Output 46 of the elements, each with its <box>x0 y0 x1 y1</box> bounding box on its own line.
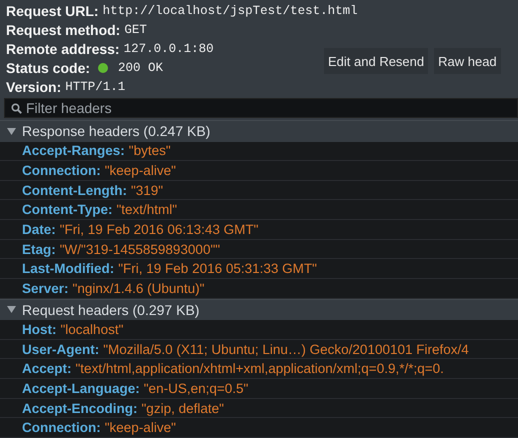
header-value: "keep-alive" <box>104 163 176 178</box>
header-value: "keep-alive" <box>104 420 176 436</box>
header-name: Server: <box>22 280 69 296</box>
header-value: "text/html" <box>116 202 178 218</box>
field-value: GET <box>124 22 147 36</box>
header-name: Accept-Encoding: <box>22 400 138 416</box>
header-name: Etag: <box>22 242 56 257</box>
header-name: Accept-Ranges: <box>22 143 125 158</box>
search-icon <box>11 102 22 114</box>
header-name: Content-Length: <box>22 182 127 198</box>
section-header[interactable]: Response headers (0.247 KB) <box>0 120 518 142</box>
field-label: Request URL: <box>6 2 99 18</box>
header-name: Connection: <box>22 420 101 436</box>
header-value: "nginx/1.4.6 (Ubuntu)" <box>72 280 204 296</box>
disclosure-triangle-icon <box>7 306 16 314</box>
field-value: 127.0.0.1:80 <box>124 42 214 56</box>
field-value: http://localhost/jspTest/test.html <box>102 4 358 18</box>
section-header[interactable]: Request headers (0.297 KB) <box>0 298 518 320</box>
header-value: "Mozilla/5.0 (X11; Ubuntu; Linu…) Gecko/20100101 Firefox/4 <box>103 342 469 357</box>
field-label: Request method: <box>6 22 120 38</box>
field-value: 200 OK <box>118 60 164 74</box>
header-name: Accept: <box>22 361 72 376</box>
field-value: HTTP/1.1 <box>65 80 126 94</box>
header-name: Content-Type: <box>22 202 112 218</box>
toolbar-button[interactable]: Raw head <box>434 48 501 74</box>
header-name: Last-Modified: <box>22 261 114 276</box>
header-name: Accept-Language: <box>22 380 140 396</box>
filter-field[interactable]: Filter headers <box>4 98 518 118</box>
header-value: "Fri, 19 Feb 2016 06:13:43 GMT" <box>60 222 258 237</box>
header-value: "en-US,en;q=0.5" <box>144 380 248 396</box>
header-name: Date: <box>22 222 56 237</box>
header-value: "W/"319-1455859893000"" <box>60 242 220 257</box>
header-value: "Fri, 19 Feb 2016 05:31:33 GMT" <box>118 261 317 276</box>
field-label: Status code: <box>6 60 90 76</box>
header-name: Connection: <box>22 163 101 178</box>
toolbar-button[interactable]: Edit and Resend <box>324 48 428 74</box>
disclosure-triangle-icon <box>7 128 16 135</box>
field-label: Version: <box>6 78 62 94</box>
header-value: "text/html,application/xhtml+xml,application/xml;q=0.9,*/*;q=0. <box>76 361 444 376</box>
header-value: "gzip, deflate" <box>142 400 224 416</box>
header-value: "bytes" <box>128 143 171 158</box>
header-name: User-Agent: <box>22 342 100 357</box>
field-label: Remote address: <box>6 40 120 56</box>
header-name: Host: <box>22 322 56 337</box>
header-value: "319" <box>130 182 164 198</box>
header-value: "localhost" <box>60 322 124 337</box>
